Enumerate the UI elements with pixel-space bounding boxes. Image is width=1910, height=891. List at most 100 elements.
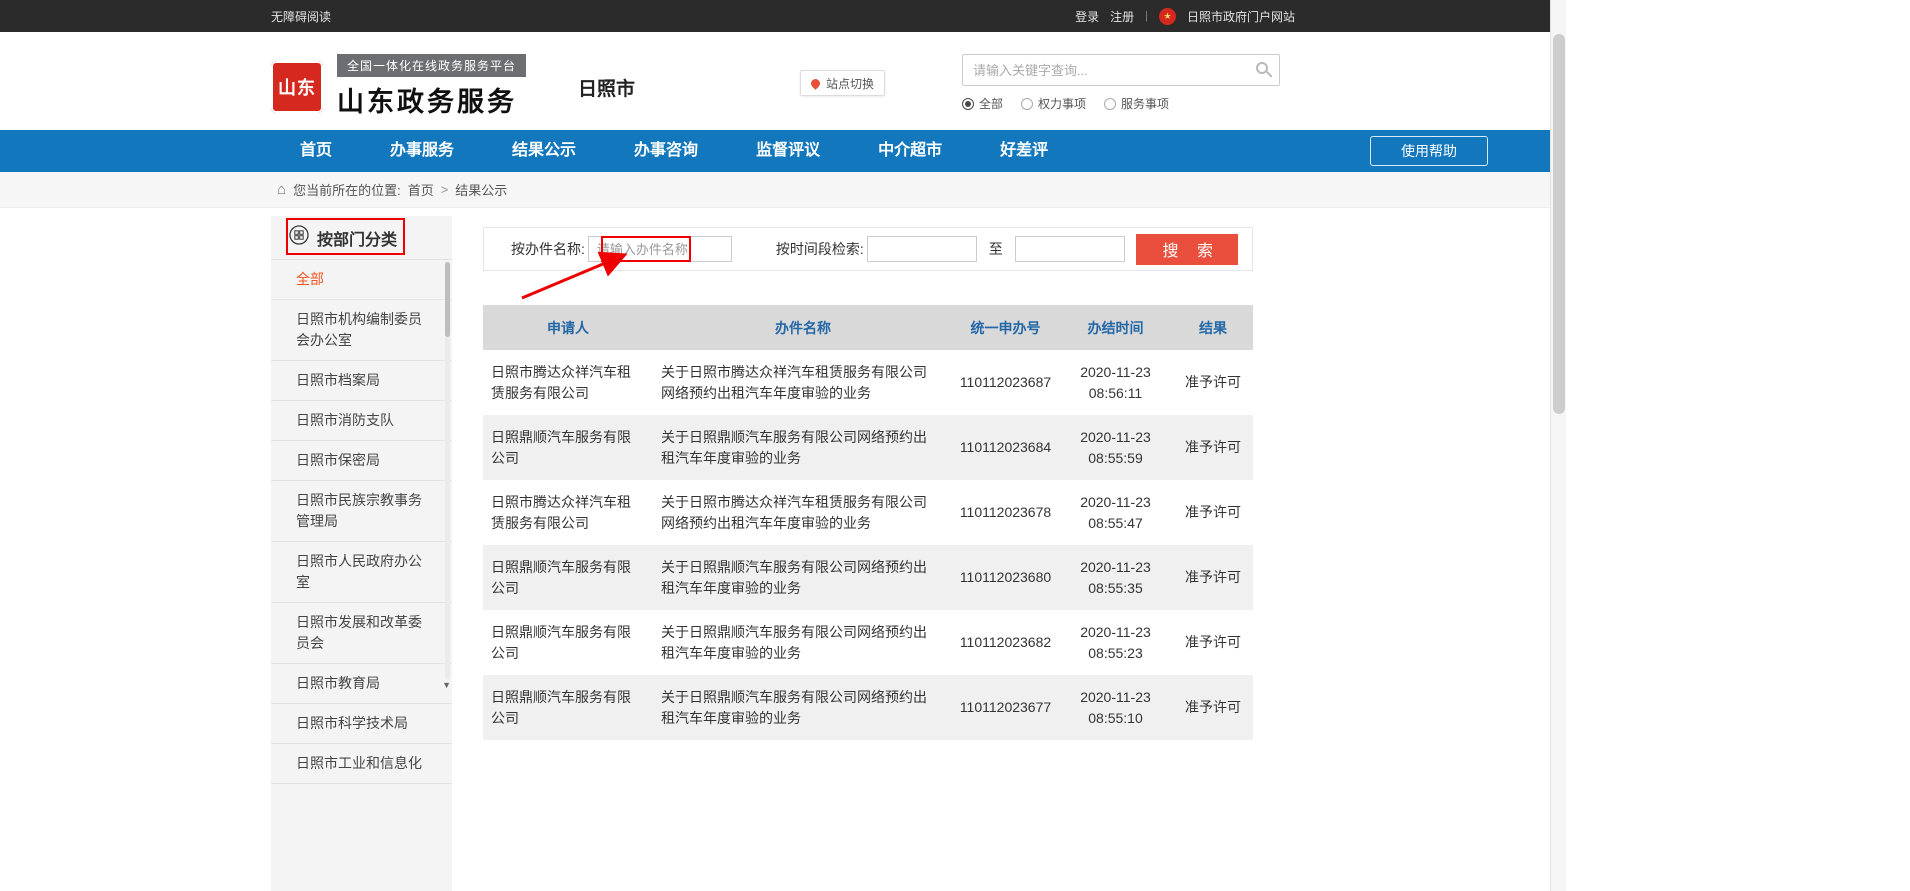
table-header-cell: 申请人: [483, 318, 653, 338]
breadcrumb: ⌂ 您当前所在的位置: 首页 > 结果公示: [0, 172, 1566, 208]
nav-menu: 首页 办事服务 结果公示 办事咨询 监督评议 中介超市 好差评: [271, 130, 1077, 172]
cell-applicant: 日照市腾达众祥汽车租赁服务有限公司: [483, 484, 653, 542]
shandong-gov-seal-logo: 山东: [271, 61, 323, 113]
cell-result: 准予许可: [1173, 502, 1253, 523]
department-item[interactable]: 日照市消防支队: [271, 401, 452, 441]
time-to-input[interactable]: [1015, 236, 1125, 262]
department-item-label: 日照市档案局: [296, 372, 380, 388]
scrollbar-thumb[interactable]: [445, 262, 450, 337]
search-icon[interactable]: [1256, 62, 1268, 74]
search-scope-radio[interactable]: 服务事项: [1104, 95, 1169, 112]
department-item-label: 日照市工业和信息化: [296, 755, 422, 771]
cell-finish-time: 2020-11-23 08:55:23: [1058, 622, 1173, 664]
nav-item[interactable]: 结果公示: [483, 130, 605, 172]
breadcrumb-home-link[interactable]: 首页: [408, 180, 434, 199]
cell-item-name: 关于日照市腾达众祥汽车租赁服务有限公司网络预约出租汽车年度审验的业务: [653, 484, 953, 542]
department-item[interactable]: 日照市档案局: [271, 361, 452, 401]
help-button[interactable]: 使用帮助: [1370, 136, 1488, 166]
cell-item-name: 关于日照鼎顺汽车服务有限公司网络预约出租汽车年度审验的业务: [653, 549, 953, 607]
department-item[interactable]: 全部: [271, 260, 452, 300]
page-scrollbar[interactable]: [1550, 0, 1566, 891]
finish-date: 2020-11-23: [1058, 687, 1173, 708]
nav-item[interactable]: 中介超市: [849, 130, 971, 172]
cell-apply-id: 110112023677: [953, 697, 1058, 718]
table-header-cell: 办件名称: [653, 318, 953, 338]
department-item-label: 日照市教育局: [296, 675, 380, 691]
scrollbar-thumb[interactable]: [1553, 34, 1565, 414]
chevron-down-icon[interactable]: ▼: [442, 680, 451, 690]
results-section: 按办件名称: 按时间段检索: 至 搜 索 申请人 办件名称 统一申办号: [483, 216, 1253, 891]
keyword-search-input[interactable]: [962, 54, 1280, 86]
brand-name: 山东政务服务: [337, 80, 526, 119]
platform-tag: 全国一体化在线政务服务平台: [337, 54, 526, 77]
cell-item-name: 关于日照鼎顺汽车服务有限公司网络预约出租汽车年度审验的业务: [653, 614, 953, 672]
scope-label: 权力事项: [1038, 95, 1086, 112]
cell-apply-id: 110112023684: [953, 437, 1058, 458]
department-item-label: 日照市发展和改革委员会: [296, 614, 422, 651]
finish-clock: 08:55:10: [1058, 708, 1173, 729]
search-scope-radio[interactable]: 权力事项: [1021, 95, 1086, 112]
finish-clock: 08:55:23: [1058, 643, 1173, 664]
to-label: 至: [989, 239, 1003, 259]
register-link[interactable]: 注册: [1110, 8, 1134, 25]
topbar-inner: 无障碍阅读 登录 注册 | ★ 日照市政府门户网站: [271, 0, 1295, 32]
name-filter-label: 按办件名称:: [511, 239, 585, 259]
search-scope-radio[interactable]: 全部: [962, 95, 1003, 112]
department-item-label: 日照市民族宗教事务管理局: [296, 492, 422, 529]
department-item-label: 日照市科学技术局: [296, 715, 408, 731]
cell-finish-time: 2020-11-23 08:55:47: [1058, 492, 1173, 534]
department-item[interactable]: 日照市发展和改革委员会: [271, 603, 452, 664]
cell-apply-id: 110112023682: [953, 632, 1058, 653]
cell-item-name: 关于日照市腾达众祥汽车租赁服务有限公司网络预约出租汽车年度审验的业务: [653, 354, 953, 412]
sidebar-scrollbar[interactable]: [445, 262, 450, 680]
finish-date: 2020-11-23: [1058, 362, 1173, 383]
table-header-cell: 结果: [1173, 318, 1253, 338]
scope-label: 服务事项: [1121, 95, 1169, 112]
category-icon: [289, 225, 309, 250]
site-switch-button[interactable]: 站点切换: [800, 70, 885, 96]
table-header-cell: 统一申办号: [953, 318, 1058, 338]
login-link[interactable]: 登录: [1075, 8, 1099, 25]
cell-applicant: 日照鼎顺汽车服务有限公司: [483, 679, 653, 737]
cell-apply-id: 110112023678: [953, 502, 1058, 523]
department-item[interactable]: 日照市民族宗教事务管理局: [271, 481, 452, 542]
search-button[interactable]: 搜 索: [1136, 234, 1238, 265]
department-item[interactable]: 日照市教育局: [271, 664, 452, 704]
cell-item-name: 关于日照鼎顺汽车服务有限公司网络预约出租汽车年度审验的业务: [653, 419, 953, 477]
nav-item[interactable]: 办事服务: [361, 130, 483, 172]
cell-result: 准予许可: [1173, 697, 1253, 718]
portal-link[interactable]: 日照市政府门户网站: [1187, 8, 1295, 25]
department-item-label: 日照市人民政府办公室: [296, 553, 422, 590]
cell-apply-id: 110112023680: [953, 567, 1058, 588]
logo-group[interactable]: 山东 全国一体化在线政务服务平台 山东政务服务: [271, 54, 526, 119]
topbar-divider: |: [1145, 10, 1148, 22]
radio-icon: [1104, 98, 1116, 110]
department-item[interactable]: 日照市保密局: [271, 441, 452, 481]
time-from-input[interactable]: [867, 236, 977, 262]
department-item[interactable]: 日照市机构编制委员会办公室: [271, 300, 452, 361]
site-switch-label: 站点切换: [826, 75, 874, 92]
finish-date: 2020-11-23: [1058, 622, 1173, 643]
cell-applicant: 日照鼎顺汽车服务有限公司: [483, 614, 653, 672]
department-item[interactable]: 日照市工业和信息化: [271, 744, 452, 784]
department-item[interactable]: 日照市科学技术局: [271, 704, 452, 744]
item-name-input[interactable]: [588, 236, 732, 262]
accessibility-link[interactable]: 无障碍阅读: [271, 8, 331, 25]
nav-item[interactable]: 办事咨询: [605, 130, 727, 172]
home-icon: ⌂: [277, 181, 286, 198]
nav-item[interactable]: 好差评: [971, 130, 1077, 172]
table-row: 日照鼎顺汽车服务有限公司 关于日照鼎顺汽车服务有限公司网络预约出租汽车年度审验的…: [483, 545, 1253, 610]
nav-item[interactable]: 首页: [271, 130, 361, 172]
results-table: 申请人 办件名称 统一申办号 办结时间 结果 日照市腾达众祥汽车租赁服务有限公司…: [483, 305, 1253, 740]
cell-finish-time: 2020-11-23 08:55:35: [1058, 557, 1173, 599]
scope-label: 全部: [979, 95, 1003, 112]
finish-clock: 08:55:35: [1058, 578, 1173, 599]
cell-result: 准予许可: [1173, 437, 1253, 458]
department-item[interactable]: 日照市人民政府办公室: [271, 542, 452, 603]
nav-item[interactable]: 监督评议: [727, 130, 849, 172]
national-emblem-icon: ★: [1159, 8, 1176, 25]
cell-applicant: 日照鼎顺汽车服务有限公司: [483, 419, 653, 477]
location-pin-icon: [809, 77, 822, 90]
site-header: 山东 全国一体化在线政务服务平台 山东政务服务 日照市 站点切换 全部: [0, 32, 1566, 130]
table-row: 日照市腾达众祥汽车租赁服务有限公司 关于日照市腾达众祥汽车租赁服务有限公司网络预…: [483, 350, 1253, 415]
